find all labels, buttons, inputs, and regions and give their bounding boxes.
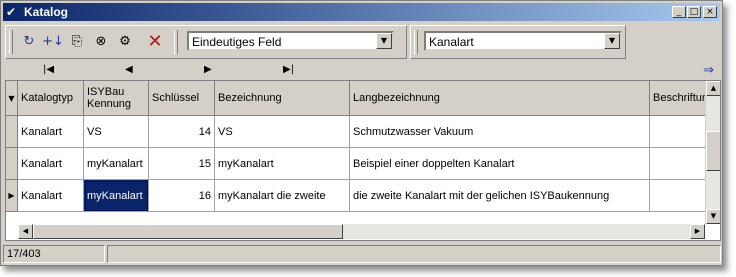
cell-kennung-selected[interactable]: myKanalart (84, 180, 149, 212)
cell-katalogtyp[interactable]: Kanalart (18, 180, 84, 212)
last-record-button[interactable]: ▶| (283, 64, 294, 75)
cell-schluessel[interactable]: 14 (149, 116, 215, 148)
row-selector[interactable] (6, 148, 18, 180)
delete-icon[interactable]: ✕ (144, 31, 166, 53)
toolbar-grip[interactable] (414, 30, 418, 54)
cell-langbezeichnung[interactable]: Schmutzwasser Vakuum (350, 116, 650, 148)
first-record-button[interactable]: |◀ (43, 64, 54, 75)
close-window-button[interactable]: × (703, 6, 717, 18)
column-header-langbezeichnung[interactable]: Langbezeichnung (350, 81, 650, 116)
minimize-button[interactable]: _ (672, 6, 686, 18)
status-panel (107, 245, 721, 263)
status-bar: 17/403 (3, 244, 722, 264)
column-resize-icon[interactable]: ⇒ (703, 63, 714, 78)
header-corner[interactable]: ▼ (6, 81, 18, 116)
catalog-type-select[interactable]: Kanalart ▼ (424, 31, 622, 51)
cell-bezeichnung[interactable]: myKanalart die zweite (215, 180, 350, 212)
vertical-scroll-thumb[interactable] (706, 131, 720, 171)
column-header-isybau-kennung[interactable]: ISYBau Kennung (84, 81, 149, 116)
column-header-katalogtyp[interactable]: Katalogtyp (18, 81, 84, 116)
cell-katalogtyp[interactable]: Kanalart (18, 116, 84, 148)
copy-icon[interactable]: ⎘ (66, 31, 88, 53)
cell-schluessel[interactable]: 15 (149, 148, 215, 180)
cell-kennung[interactable]: myKanalart (84, 148, 149, 180)
add-entry-icon[interactable]: +↓ (42, 31, 64, 53)
scroll-up-icon[interactable]: ▲ (706, 81, 720, 96)
horizontal-scrollbar[interactable]: ◀ ▶ (18, 224, 705, 239)
record-counter: 17/403 (3, 245, 105, 263)
catalog-app-icon: ✔ (6, 5, 17, 19)
cell-bezeichnung[interactable]: myKanalart (215, 148, 350, 180)
cell-langbezeichnung[interactable]: die zweite Kanalart mit der gelichen ISY… (350, 180, 650, 212)
row-selector[interactable] (6, 116, 18, 148)
previous-record-button[interactable]: ◀ (125, 64, 133, 75)
title-bar[interactable]: ✔ Katalog _ □ × (3, 3, 720, 21)
cell-langbezeichnung[interactable]: Beispiel einer doppelten Kanalart (350, 148, 650, 180)
toolbar-grip[interactable] (9, 30, 13, 54)
refresh-icon[interactable]: ↻ (18, 31, 40, 53)
cell-katalogtyp[interactable]: Kanalart (18, 148, 84, 180)
field-select[interactable]: Eindeutiges Feld ▼ (187, 31, 394, 51)
maximize-button[interactable]: □ (687, 6, 701, 18)
column-header-bezeichnung[interactable]: Bezeichnung (215, 81, 350, 116)
window-title: Katalog (24, 5, 69, 19)
current-row-indicator[interactable]: ▶ (6, 180, 18, 212)
column-header-schluessel[interactable]: Schlüssel (149, 81, 215, 116)
vertical-scrollbar[interactable]: ▲ ▼ (705, 81, 720, 224)
chevron-down-icon[interactable]: ▼ (376, 33, 392, 49)
catalog-type-value: Kanalart (429, 35, 474, 49)
toolbar-group-type: Kanalart ▼ (410, 25, 626, 59)
binoculars-find-icon[interactable]: ⊗ (90, 31, 112, 53)
cell-schluessel[interactable]: 16 (149, 180, 215, 212)
cell-bezeichnung[interactable]: VS (215, 116, 350, 148)
settings-icon[interactable]: ⚙ (114, 31, 136, 53)
scroll-left-icon[interactable]: ◀ (18, 224, 33, 239)
toolbar-separator (174, 30, 178, 54)
catalog-window: ✔ Katalog _ □ × ↻ +↓ ⎘ ⊗ ⚙ ✕ Eindeutiges… (0, 0, 723, 266)
field-select-value: Eindeutiges Feld (192, 35, 282, 49)
horizontal-scroll-thumb[interactable] (33, 224, 343, 239)
next-record-button[interactable]: ▶ (204, 64, 212, 75)
record-navigator: |◀ ◀ ▶ ▶| ⇒ (5, 63, 718, 79)
chevron-down-icon[interactable]: ▼ (604, 33, 620, 49)
catalog-grid: ▼ Katalogtyp ISYBau Kennung Schlüssel Be… (5, 80, 721, 241)
scroll-right-icon[interactable]: ▶ (690, 224, 705, 239)
scroll-down-icon[interactable]: ▼ (706, 209, 720, 224)
cell-kennung[interactable]: VS (84, 116, 149, 148)
toolbar-group-main: ↻ +↓ ⎘ ⊗ ⚙ ✕ Eindeutiges Feld ▼ (5, 25, 407, 59)
toolbar: ↻ +↓ ⎘ ⊗ ⚙ ✕ Eindeutiges Feld ▼ Kanalart… (5, 25, 718, 59)
